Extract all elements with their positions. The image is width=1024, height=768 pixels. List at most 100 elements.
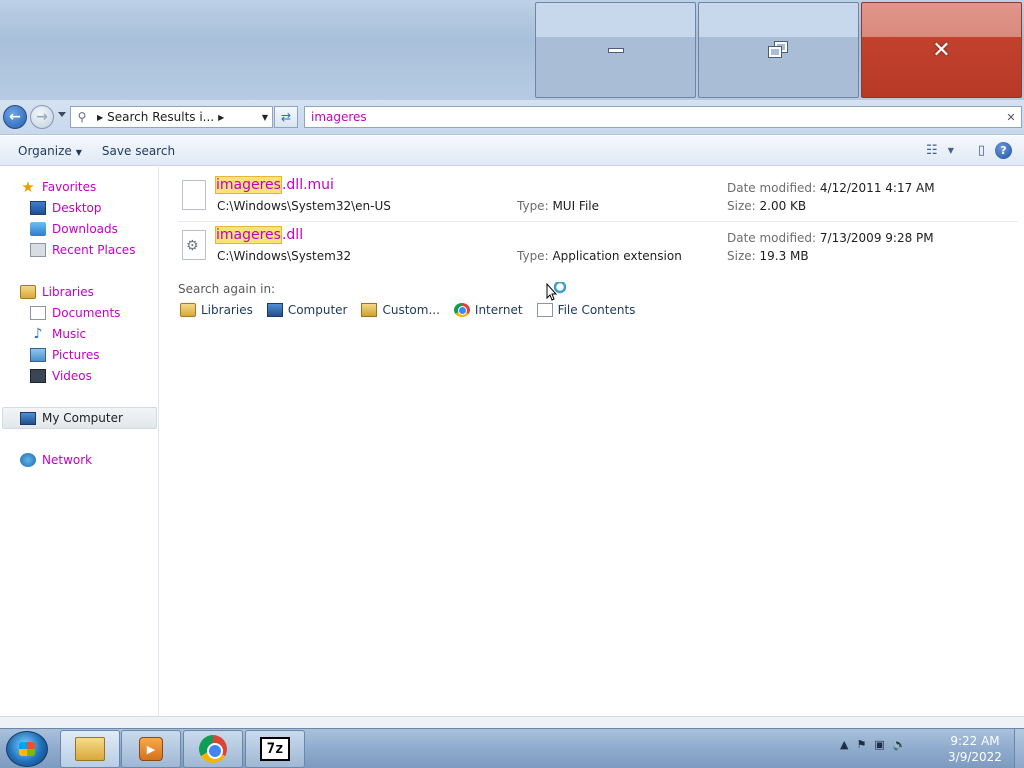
type-value: MUI File xyxy=(552,199,600,213)
start-button[interactable] xyxy=(6,731,48,767)
result-name[interactable]: imageres.dll.mui xyxy=(215,176,334,194)
taskbar-media-player[interactable]: ▶ xyxy=(121,730,181,768)
search-again-computer[interactable]: Computer xyxy=(266,303,347,317)
save-search-button[interactable]: Save search xyxy=(92,144,185,158)
music-icon: ♪ xyxy=(33,326,43,342)
nav-recent-places[interactable]: Recent Places xyxy=(30,243,135,257)
search-input[interactable]: imageres ✕ xyxy=(304,106,1022,128)
refresh-icon: ⇄ xyxy=(280,110,292,124)
nav-desktop[interactable]: Desktop xyxy=(30,201,102,215)
nav-label: Music xyxy=(52,327,87,341)
forward-button[interactable]: → xyxy=(30,105,54,129)
dll-gear-icon xyxy=(182,230,206,260)
clear-search-icon[interactable]: ✕ xyxy=(1001,111,1021,124)
busy-cursor-icon xyxy=(546,282,567,301)
nav-label: Desktop xyxy=(52,201,102,215)
restore-button[interactable] xyxy=(698,2,859,98)
result-size: Size: 2.00 KB xyxy=(727,199,806,213)
address-row: ← → ⚲ ▶ Search Results i... ▶ ▼ ⇄ imager… xyxy=(0,100,1024,135)
results-pane: imageres.dll.mui C:\Windows\System32\en-… xyxy=(160,167,1024,716)
result-path: C:\Windows\System32\en-US xyxy=(217,199,391,213)
nav-pictures[interactable]: Pictures xyxy=(30,348,100,362)
pictures-icon xyxy=(30,348,46,362)
refresh-button[interactable]: ⇄ xyxy=(274,106,298,128)
show-desktop-button[interactable] xyxy=(1014,729,1024,768)
taskbar-7zip[interactable]: 7z xyxy=(245,730,305,768)
result-name[interactable]: imageres.dll xyxy=(215,226,304,244)
minimize-button[interactable] xyxy=(535,2,696,98)
show-hidden-icons-icon[interactable]: ▲ xyxy=(840,738,848,751)
organize-label: Organize xyxy=(18,143,72,158)
nav-label: Network xyxy=(42,453,93,467)
size-value: 2.00 KB xyxy=(759,199,807,213)
file-icon xyxy=(182,180,206,210)
breadcrumb-arrow-icon[interactable]: ▶ xyxy=(97,113,103,122)
minimize-icon xyxy=(607,47,624,53)
desktop-icon xyxy=(30,201,46,215)
network-icon xyxy=(20,453,36,467)
result-row[interactable]: imageres.dll.mui C:\Windows\System32\en-… xyxy=(178,172,1018,220)
computer-icon xyxy=(20,411,36,425)
preview-pane-icon[interactable]: ▯ xyxy=(978,143,985,158)
view-options-icon[interactable]: ☷ xyxy=(926,143,938,158)
nav-libraries[interactable]: Libraries xyxy=(20,285,94,299)
date-label: Date modified: xyxy=(727,181,817,195)
restore-icon xyxy=(767,41,789,58)
network-status-icon[interactable]: ▣ xyxy=(874,738,884,751)
media-player-icon: ▶ xyxy=(139,737,163,761)
nav-favorites[interactable]: ★ Favorites xyxy=(20,180,96,195)
taskbar-explorer[interactable] xyxy=(60,730,120,768)
chrome-icon xyxy=(199,735,227,763)
address-bar[interactable]: ⚲ ▶ Search Results i... ▶ ▼ xyxy=(70,106,273,128)
search-highlight: imageres xyxy=(215,176,282,194)
search-highlight: imageres xyxy=(215,226,282,244)
type-label: Type: xyxy=(517,249,549,263)
back-button[interactable]: ← xyxy=(3,105,27,129)
recent-pages-dropdown[interactable] xyxy=(58,112,66,117)
nav-label: Recent Places xyxy=(52,243,136,257)
result-date: Date modified: 7/13/2009 9:28 PM xyxy=(727,231,934,245)
clock[interactable]: 9:22 AM 3/9/2022 xyxy=(940,733,1010,765)
name-rest: .dll.mui xyxy=(281,177,334,193)
chrome-icon xyxy=(453,303,470,317)
libraries-icon xyxy=(20,285,36,299)
help-icon[interactable]: ? xyxy=(995,142,1012,159)
search-icon: ⚲ xyxy=(77,110,87,124)
breadcrumb[interactable]: Search Results i... xyxy=(107,110,214,124)
action-center-icon[interactable]: ⚑ xyxy=(856,738,866,751)
documents-icon xyxy=(30,306,46,320)
breadcrumb-arrow-icon[interactable]: ▶ xyxy=(218,113,224,122)
result-size: Size: 19.3 MB xyxy=(727,249,809,263)
recent-places-icon xyxy=(30,243,46,257)
search-again-internet[interactable]: Internet xyxy=(453,303,523,317)
view-dropdown-icon[interactable]: ▼ xyxy=(948,146,954,155)
result-row[interactable]: imageres.dll C:\Windows\System32 Type: A… xyxy=(178,221,1018,269)
organize-button[interactable]: Organize ▼ xyxy=(8,144,92,158)
nav-documents[interactable]: Documents xyxy=(30,306,120,320)
nav-my-computer[interactable]: My Computer xyxy=(2,407,157,429)
type-label: Type: xyxy=(517,199,549,213)
link-label: Custom... xyxy=(382,303,440,317)
date-value: 7/13/2009 9:28 PM xyxy=(819,231,934,245)
clock-time: 9:22 AM xyxy=(950,734,1000,748)
date-value: 4/12/2011 4:17 AM xyxy=(819,181,935,195)
7zip-icon: 7z xyxy=(260,737,290,761)
nav-label: Libraries xyxy=(42,285,94,299)
nav-downloads[interactable]: Downloads xyxy=(30,222,118,236)
address-dropdown-icon[interactable]: ▼ xyxy=(258,113,272,122)
nav-videos[interactable]: Videos xyxy=(30,369,92,383)
close-button[interactable]: ✕ xyxy=(861,2,1022,98)
taskbar: ▶ 7z ▲ ⚑ ▣ 🔈 9:22 AM 3/9/2022 xyxy=(0,728,1024,768)
nav-network[interactable]: Network xyxy=(20,453,92,467)
nav-music[interactable]: ♪ Music xyxy=(30,326,87,342)
downloads-icon xyxy=(30,222,46,236)
back-arrow-icon: ← xyxy=(9,109,21,125)
search-again-custom[interactable]: Custom... xyxy=(361,303,440,317)
view-controls: ☷ ▼ ▯ ? xyxy=(926,142,1012,159)
search-query: imageres xyxy=(311,110,367,124)
volume-icon[interactable]: 🔈 xyxy=(893,738,907,751)
search-again-libraries[interactable]: Libraries xyxy=(180,303,253,317)
nav-label: Downloads xyxy=(52,222,118,236)
name-rest: .dll xyxy=(281,227,304,243)
taskbar-chrome[interactable] xyxy=(183,730,243,768)
